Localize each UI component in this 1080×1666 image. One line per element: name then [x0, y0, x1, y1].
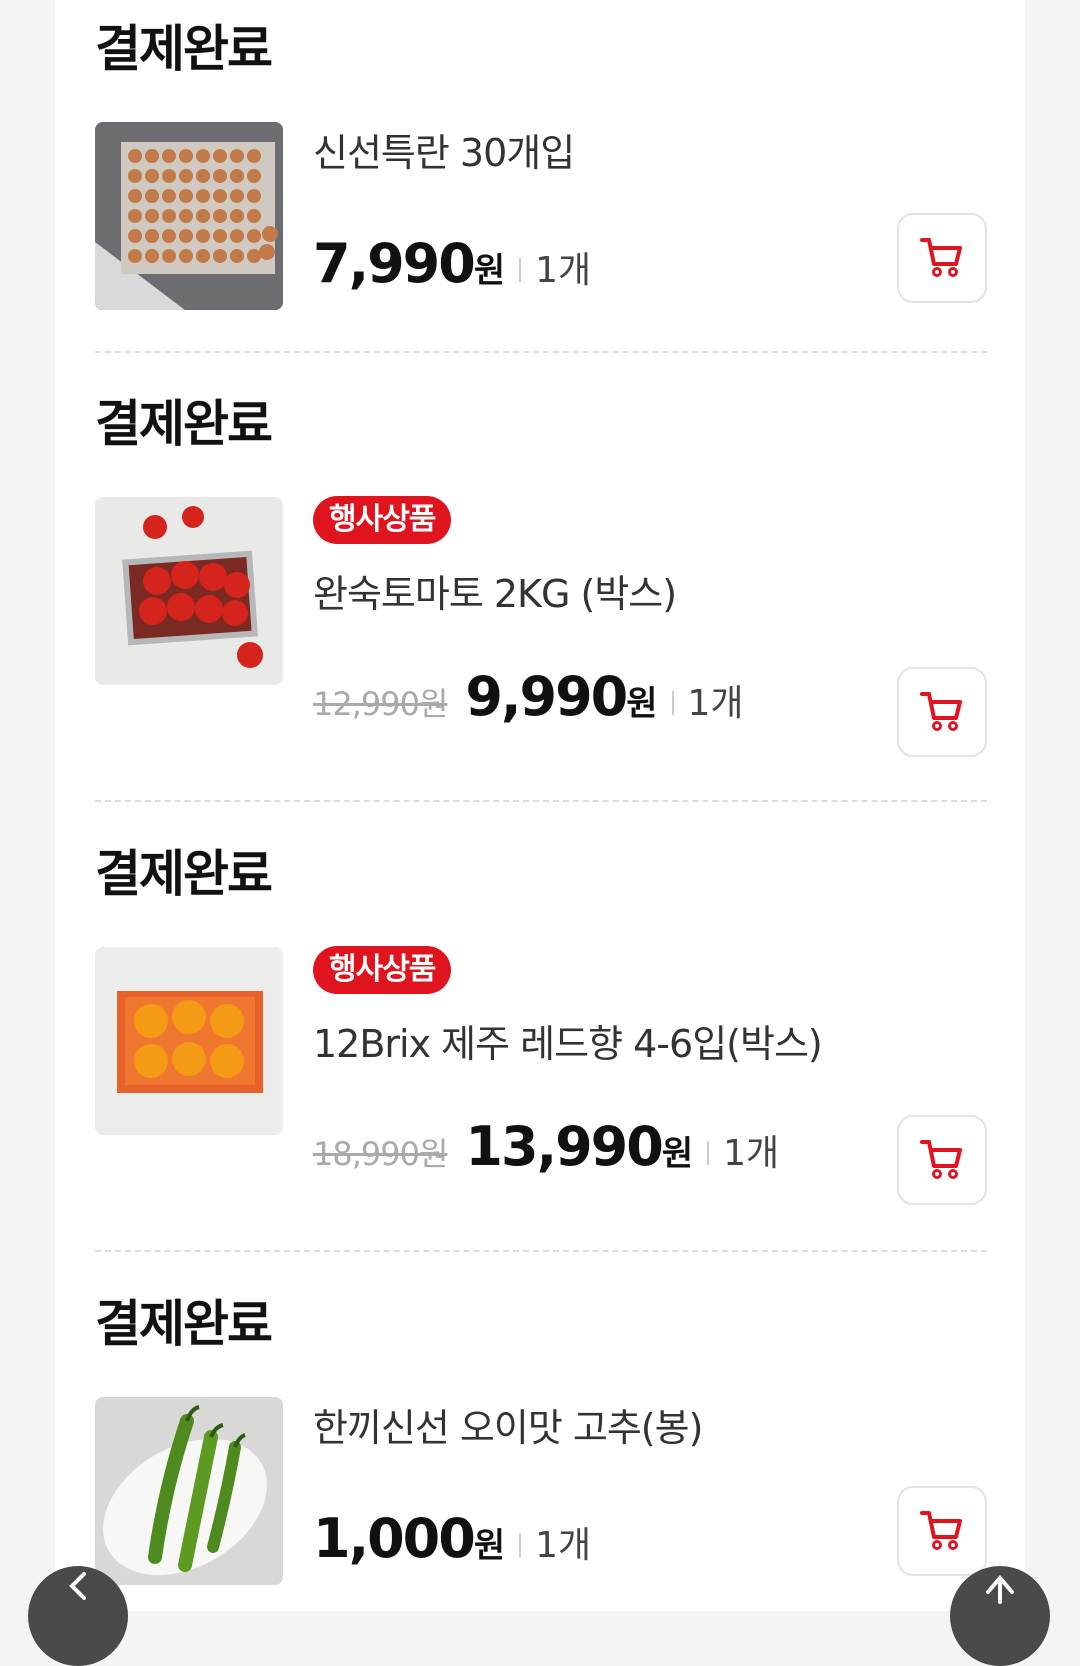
price-row: 1,000 원 1개	[313, 1507, 591, 1570]
scroll-top-button[interactable]	[950, 1566, 1050, 1666]
tomatoes-image[interactable]	[95, 497, 283, 685]
quantity: 1개	[535, 1525, 592, 1566]
peppers-image[interactable]	[95, 1397, 283, 1585]
quantity: 1개	[687, 683, 744, 724]
currency-unit: 원	[661, 1134, 694, 1174]
price-row: 12,990원 9,990 원 1개	[313, 665, 744, 728]
sale-price: 9,990	[465, 665, 628, 728]
back-button[interactable]	[28, 1566, 128, 1666]
price-row: 7,990 원 1개	[313, 232, 591, 295]
order-status: 결제완료	[95, 395, 273, 453]
add-to-cart-button[interactable]	[897, 1486, 987, 1576]
event-badge: 행사상품	[313, 946, 452, 994]
cart-icon	[918, 1134, 966, 1186]
product-name[interactable]: 12Brix 제주 레드향 4-6입(박스)	[313, 1025, 823, 1063]
currency-unit: 원	[473, 1526, 506, 1566]
sale-price: 1,000	[313, 1507, 476, 1570]
product-name[interactable]: 신선특란 30개입	[313, 134, 575, 172]
separator	[671, 691, 674, 715]
quantity: 1개	[535, 250, 592, 291]
order-status: 결제완료	[95, 1295, 273, 1353]
cart-icon	[918, 686, 966, 738]
original-price: 18,990원	[313, 1135, 448, 1173]
order-list-card: 결제완료 신선특란 30개입 7,990 원 1개 결제완료 행사상품 완숙토마…	[55, 0, 1025, 1611]
cart-icon	[918, 232, 966, 284]
dashed-divider	[95, 1250, 987, 1252]
order-status: 결제완료	[95, 845, 273, 903]
order-item: 결제완료 행사상품 완숙토마토 2KG (박스) 12,990원 9,990 원…	[95, 375, 987, 795]
add-to-cart-button[interactable]	[897, 1115, 987, 1205]
event-badge: 행사상품	[313, 496, 452, 544]
order-item: 결제완료 신선특란 30개입 7,990 원 1개	[95, 0, 987, 340]
price-row: 18,990원 13,990 원 1개	[313, 1115, 779, 1178]
cart-icon	[918, 1505, 966, 1557]
order-item: 결제완료 한끼신선 오이맛 고추(봉) 1,000 원 1개	[95, 1275, 987, 1611]
eggs-image[interactable]	[95, 122, 283, 310]
arrow-up-icon	[980, 1566, 1020, 1610]
separator	[707, 1141, 710, 1165]
original-price: 12,990원	[313, 685, 448, 723]
quantity: 1개	[723, 1133, 780, 1174]
add-to-cart-button[interactable]	[897, 213, 987, 303]
sale-price: 13,990	[465, 1115, 663, 1178]
sale-price: 7,990	[313, 232, 476, 295]
product-name[interactable]: 완숙토마토 2KG (박스)	[313, 575, 677, 613]
order-status: 결제완료	[95, 20, 273, 78]
separator	[519, 258, 522, 282]
currency-unit: 원	[626, 684, 658, 724]
chevron-left-icon	[58, 1566, 98, 1610]
oranges-image[interactable]	[95, 947, 283, 1135]
dashed-divider	[95, 800, 987, 802]
add-to-cart-button[interactable]	[897, 667, 987, 757]
product-name[interactable]: 한끼신선 오이맛 고추(봉)	[313, 1409, 703, 1447]
order-item: 결제완료 행사상품 12Brix 제주 레드향 4-6입(박스) 18,990원…	[95, 825, 987, 1245]
dashed-divider	[95, 351, 987, 353]
separator	[519, 1533, 522, 1557]
currency-unit: 원	[473, 251, 506, 291]
